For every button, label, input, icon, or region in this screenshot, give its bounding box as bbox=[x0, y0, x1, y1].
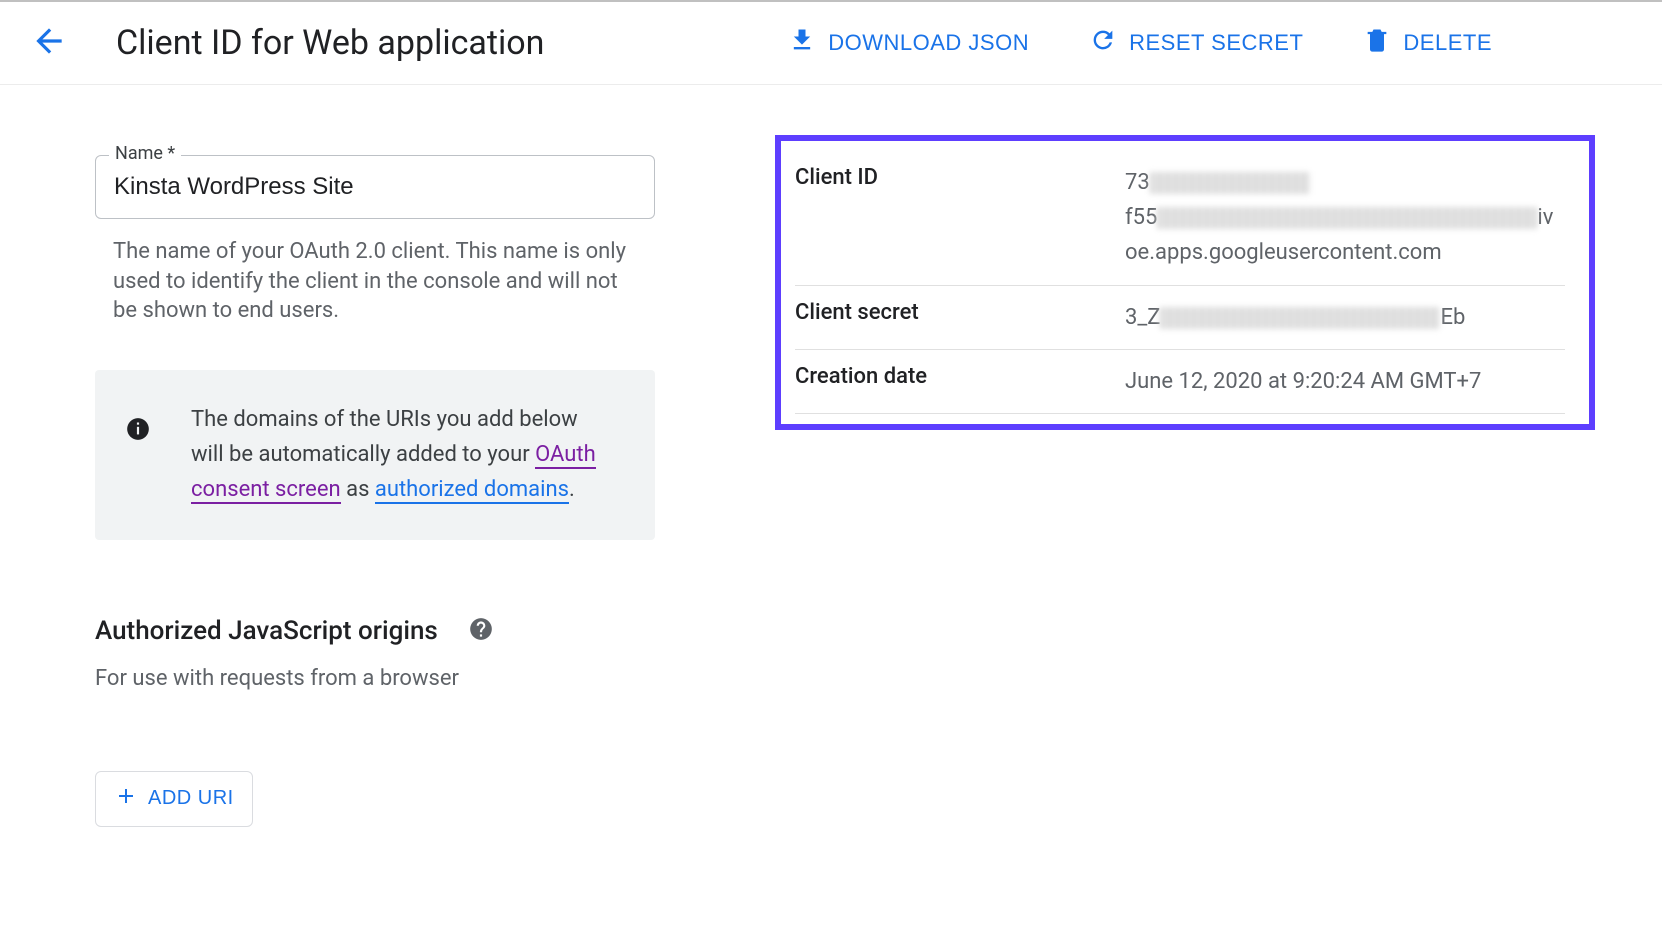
info-icon bbox=[125, 402, 151, 446]
redacted bbox=[1160, 307, 1440, 329]
trash-icon bbox=[1363, 26, 1391, 60]
header-bar: Client ID for Web application DOWNLOAD J… bbox=[0, 0, 1662, 85]
info-callout-text: The domains of the URIs you add below wi… bbox=[191, 402, 615, 508]
creation-date-value: June 12, 2020 at 9:20:24 AM GMT+7 bbox=[1125, 364, 1565, 399]
name-label: Name * bbox=[109, 143, 181, 164]
creation-date-row: Creation date June 12, 2020 at 9:20:24 A… bbox=[795, 349, 1565, 414]
delete-label: DELETE bbox=[1403, 30, 1492, 56]
add-uri-label: ADD URI bbox=[148, 787, 234, 810]
name-input[interactable] bbox=[95, 155, 655, 219]
origins-section-head: Authorized JavaScript origins bbox=[95, 616, 655, 646]
callout-mid: as bbox=[341, 477, 375, 502]
download-json-button[interactable]: DOWNLOAD JSON bbox=[788, 26, 1029, 60]
help-icon[interactable] bbox=[468, 616, 494, 646]
callout-prefix: The domains of the URIs you add below wi… bbox=[191, 407, 578, 467]
reset-secret-button[interactable]: RESET SECRET bbox=[1089, 26, 1303, 60]
delete-button[interactable]: DELETE bbox=[1363, 26, 1492, 60]
reset-secret-label: RESET SECRET bbox=[1129, 30, 1303, 56]
plus-icon bbox=[114, 784, 138, 814]
download-icon bbox=[788, 26, 816, 60]
info-callout: The domains of the URIs you add below wi… bbox=[95, 370, 655, 540]
download-json-label: DOWNLOAD JSON bbox=[828, 30, 1029, 56]
name-help-text: The name of your OAuth 2.0 client. This … bbox=[95, 237, 655, 326]
back-arrow-icon[interactable] bbox=[30, 22, 68, 64]
client-id-value: 73 f55ivoe.apps.googleusercontent.com bbox=[1125, 165, 1565, 271]
name-field: Name * bbox=[95, 155, 655, 219]
client-secret-label: Client secret bbox=[795, 300, 1125, 335]
client-secret-row: Client secret 3_ZEb bbox=[795, 285, 1565, 349]
add-uri-button[interactable]: ADD URI bbox=[95, 771, 253, 827]
client-id-label: Client ID bbox=[795, 165, 1125, 271]
client-id-row: Client ID 73 f55ivoe.apps.googleusercont… bbox=[795, 151, 1565, 285]
creation-date-label: Creation date bbox=[795, 364, 1125, 399]
redacted bbox=[1157, 207, 1537, 229]
origins-subtitle: For use with requests from a browser bbox=[95, 666, 655, 691]
origins-title: Authorized JavaScript origins bbox=[95, 616, 438, 646]
callout-suffix: . bbox=[569, 477, 575, 502]
credentials-highlight-box: Client ID 73 f55ivoe.apps.googleusercont… bbox=[775, 135, 1595, 430]
reset-icon bbox=[1089, 26, 1117, 60]
authorized-domains-link[interactable]: authorized domains bbox=[375, 477, 569, 504]
client-secret-value: 3_ZEb bbox=[1125, 300, 1565, 335]
redacted bbox=[1150, 172, 1310, 194]
page-title: Client ID for Web application bbox=[116, 23, 544, 63]
header-actions: DOWNLOAD JSON RESET SECRET DELETE bbox=[788, 26, 1642, 60]
